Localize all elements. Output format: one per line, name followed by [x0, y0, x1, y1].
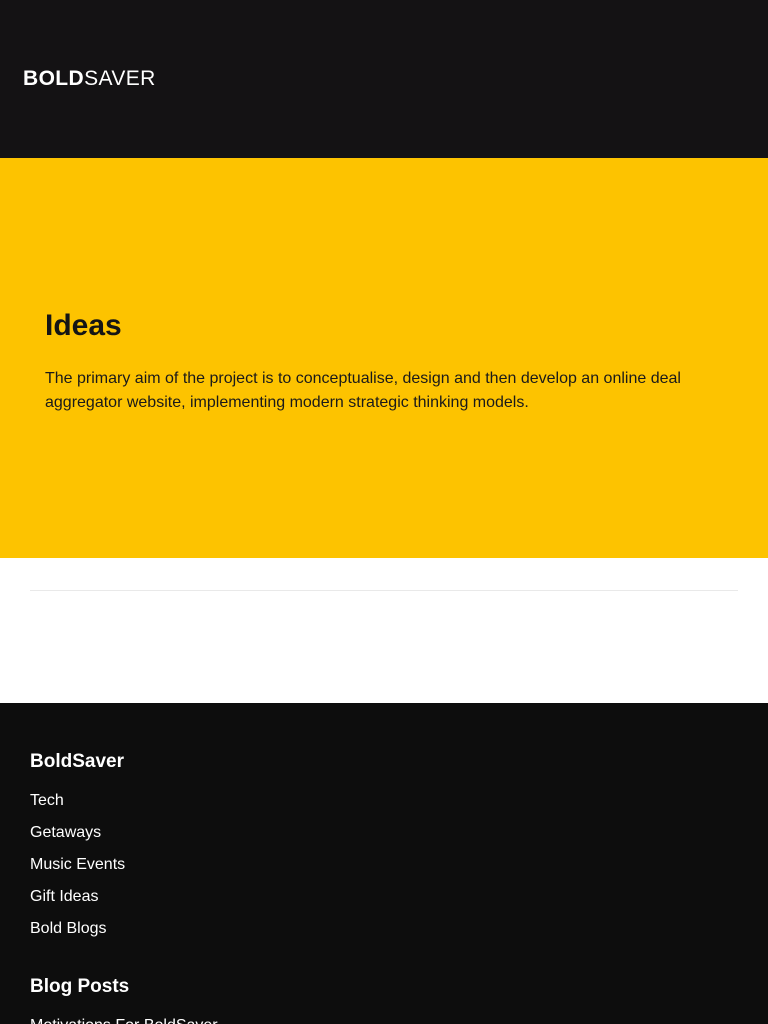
footer-nav-item: Music Events — [30, 855, 125, 887]
footer-link-music-events[interactable]: Music Events — [30, 856, 125, 873]
logo-bold-text: BOLD — [23, 67, 85, 90]
site-header: BOLD SAVER — [0, 0, 768, 158]
footer-nav-item: Tech — [30, 791, 125, 823]
hero-section: Ideas The primary aim of the project is … — [0, 158, 768, 558]
footer-link-gift-ideas[interactable]: Gift Ideas — [30, 888, 98, 905]
footer-nav-item: Getaways — [30, 823, 125, 855]
hero-title: Ideas — [45, 309, 122, 342]
footer-posts-heading: Blog Posts — [30, 976, 130, 997]
footer-brand-heading: BoldSaver — [30, 751, 124, 772]
footer-link-getaways[interactable]: Getaways — [30, 824, 101, 841]
footer-link-bold-blogs[interactable]: Bold Blogs — [30, 920, 107, 937]
site-footer: BoldSaver Tech Getaways Music Events Gif… — [0, 703, 768, 1024]
content-divider — [30, 590, 738, 591]
logo-light-text: SAVER — [84, 67, 156, 90]
site-logo[interactable]: BOLD SAVER — [23, 66, 156, 92]
footer-nav-item: Gift Ideas — [30, 887, 125, 919]
footer-nav: Tech Getaways Music Events Gift Ideas Bo… — [30, 791, 125, 951]
hero-description: The primary aim of the project is to con… — [45, 370, 681, 411]
footer-link-tech[interactable]: Tech — [30, 792, 64, 809]
footer-nav-item: Bold Blogs — [30, 919, 125, 951]
footer-post-link[interactable]: Motivations For BoldSaver — [30, 1016, 218, 1024]
